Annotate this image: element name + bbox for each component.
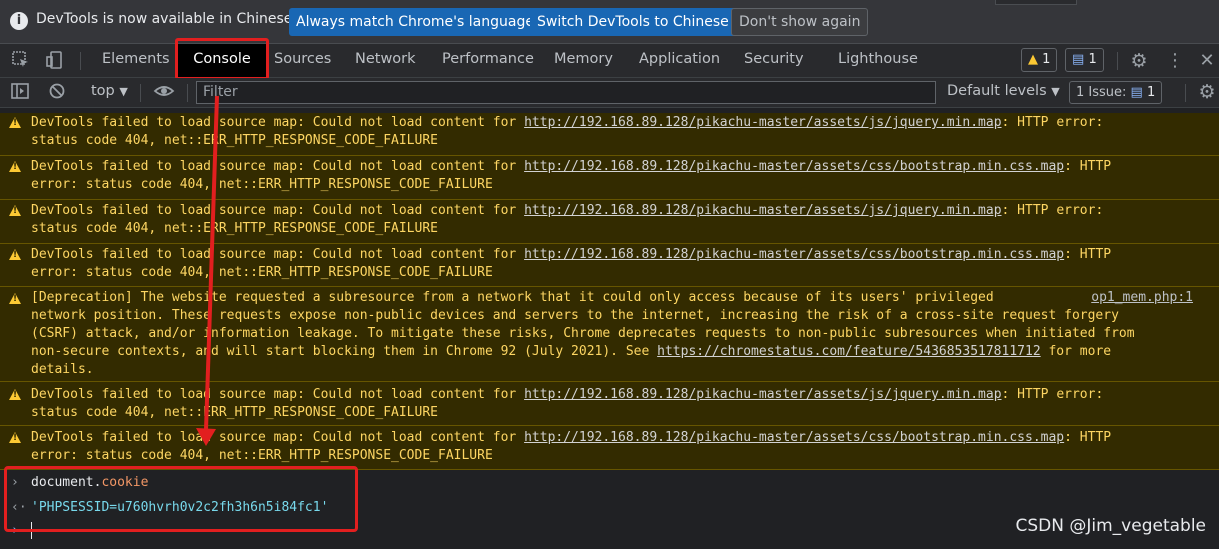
warning-icon <box>9 249 21 260</box>
warning-text: error: status code 404, net::ERR_HTTP_RE… <box>31 177 493 192</box>
settings-gear-icon[interactable]: ⚙ <box>1128 50 1150 72</box>
source-map-link[interactable]: http://192.168.89.128/pikachu-master/ass… <box>524 203 1001 218</box>
tab-network[interactable]: Network <box>355 44 416 78</box>
tab-elements[interactable]: Elements <box>102 44 170 78</box>
chromestatus-link[interactable]: https://chromestatus.com/feature/5436853… <box>657 344 1041 359</box>
close-icon[interactable]: ✕ <box>1196 50 1218 72</box>
warning-text: status code 404, net::ERR_HTTP_RESPONSE_… <box>31 405 438 420</box>
warning-icon <box>9 161 21 172</box>
message-icon: ▤ <box>1072 52 1085 67</box>
source-location-link[interactable]: op1_mem.php:1 <box>1091 289 1193 307</box>
more-options-icon[interactable]: ⋮ <box>1164 50 1186 72</box>
issues-button-count: 1 <box>1146 85 1156 100</box>
clear-console-icon[interactable] <box>46 82 68 104</box>
source-map-link[interactable]: http://192.168.89.128/pikachu-master/ass… <box>524 247 1064 262</box>
console-settings-gear-icon[interactable]: ⚙ <box>1196 81 1218 103</box>
issues-button[interactable]: 1 Issue: ▤ 1 <box>1069 81 1163 104</box>
message-icon: ▤ <box>1130 85 1143 100</box>
console-warning: DevTools failed to load source map: Coul… <box>0 426 1219 470</box>
live-expression-eye-icon[interactable] <box>153 82 175 104</box>
warning-text: : HTTP <box>1064 430 1112 445</box>
tab-application[interactable]: Application <box>639 44 720 78</box>
toolbar-divider <box>1185 84 1186 102</box>
warning-text: (CSRF) attack, and/or information leakag… <box>31 326 1135 341</box>
toolbar-divider <box>140 84 141 102</box>
warning-text: : HTTP error: <box>1001 203 1104 218</box>
warning-text: error: status code 404, net::ERR_HTTP_RE… <box>31 265 493 280</box>
inspect-element-icon[interactable] <box>10 50 32 72</box>
tab-sources[interactable]: Sources <box>274 44 331 78</box>
warning-text: non-secure contexts, and will start bloc… <box>31 344 658 359</box>
source-map-link[interactable]: http://192.168.89.128/pikachu-master/ass… <box>524 387 1001 402</box>
console-warning: DevTools failed to load source map: Coul… <box>0 156 1219 200</box>
console-warning: DevTools failed to load source map: Coul… <box>0 244 1219 287</box>
warning-text: [Deprecation] The website requested a su… <box>31 290 994 305</box>
always-match-language-button[interactable]: Always match Chrome's language <box>289 8 541 36</box>
console-warning: DevTools failed to load source map: Coul… <box>0 382 1219 426</box>
source-map-link[interactable]: http://192.168.89.128/pikachu-master/ass… <box>524 159 1064 174</box>
warning-text: DevTools failed to load source map: Coul… <box>31 203 525 218</box>
warning-text: : HTTP error: <box>1001 115 1104 130</box>
warnings-count: 1 <box>1042 52 1051 67</box>
sidebar-toggle-icon[interactable] <box>9 82 31 104</box>
dont-show-again-button[interactable]: Don't show again <box>731 8 869 36</box>
warning-text: status code 404, net::ERR_HTTP_RESPONSE_… <box>31 133 438 148</box>
console-warning-deprecation: [Deprecation] The website requested a su… <box>0 287 1219 382</box>
warning-text: : HTTP <box>1064 247 1112 262</box>
warning-icon <box>9 389 21 400</box>
info-icon: i <box>10 12 28 30</box>
chevron-down-icon: ▼ <box>119 85 128 98</box>
tab-memory[interactable]: Memory <box>554 44 613 78</box>
warning-text: DevTools failed to load source map: Coul… <box>31 387 525 402</box>
infobar-message: DevTools is now available in Chinese! <box>36 11 298 27</box>
warning-icon <box>9 205 21 216</box>
warning-text: DevTools failed to load source map: Coul… <box>31 115 525 130</box>
overlay-edge <box>995 0 1077 5</box>
warning-text: error: status code 404, net::ERR_HTTP_RE… <box>31 448 493 463</box>
warning-text: details. <box>31 362 94 377</box>
tab-performance[interactable]: Performance <box>442 44 534 78</box>
switch-to-chinese-button[interactable]: Switch DevTools to Chinese <box>530 8 736 36</box>
warning-text: for more <box>1040 344 1112 359</box>
console-warning: DevTools failed to load source map: Coul… <box>0 200 1219 244</box>
warning-text: status code 404, net::ERR_HTTP_RESPONSE_… <box>31 221 438 236</box>
context-selector[interactable]: top ▼ <box>91 83 128 99</box>
log-levels-dropdown[interactable]: Default levels ▼ <box>947 83 1060 99</box>
context-label: top <box>91 83 115 99</box>
issues-badge[interactable]: ▤ 1 <box>1065 48 1104 72</box>
warning-text: DevTools failed to load source map: Coul… <box>31 159 525 174</box>
console-tab-highlight <box>175 38 269 80</box>
console-messages: DevTools failed to load source map: Coul… <box>0 108 1219 470</box>
warning-text: : HTTP <box>1064 159 1112 174</box>
tab-lighthouse[interactable]: Lighthouse <box>838 44 918 78</box>
cookie-result-highlight <box>4 466 358 532</box>
log-levels-label: Default levels <box>947 83 1047 99</box>
chevron-down-icon: ▼ <box>1051 85 1060 98</box>
source-map-link[interactable]: http://192.168.89.128/pikachu-master/ass… <box>524 115 1001 130</box>
filter-input[interactable]: Filter <box>196 81 936 104</box>
toolbar-divider <box>80 52 81 70</box>
toolbar-divider <box>187 84 188 102</box>
warning-icon: ▲ <box>1028 52 1038 67</box>
watermark: CSDN @Jim_vegetable <box>1015 516 1207 536</box>
warning-icon <box>9 432 21 443</box>
source-map-link[interactable]: http://192.168.89.128/pikachu-master/ass… <box>524 430 1064 445</box>
toolbar-divider <box>1117 52 1118 70</box>
warnings-badge[interactable]: ▲ 1 <box>1021 48 1058 72</box>
issues-label: 1 Issue: <box>1076 85 1127 100</box>
warning-icon <box>9 293 21 304</box>
issues-count: 1 <box>1088 52 1097 67</box>
warning-text: DevTools failed to load source map: Coul… <box>31 430 525 445</box>
tab-security[interactable]: Security <box>744 44 804 78</box>
device-toolbar-icon[interactable] <box>44 50 66 72</box>
warning-text: network position. These requests expose … <box>31 308 1119 323</box>
console-toolbar: top ▼ Filter Default levels ▼ 1 Issue: ▤… <box>0 78 1219 108</box>
console-warning: DevTools failed to load source map: Coul… <box>0 113 1219 156</box>
warning-text: : HTTP error: <box>1001 387 1104 402</box>
warning-text: DevTools failed to load source map: Coul… <box>31 247 525 262</box>
warning-icon <box>9 117 21 128</box>
